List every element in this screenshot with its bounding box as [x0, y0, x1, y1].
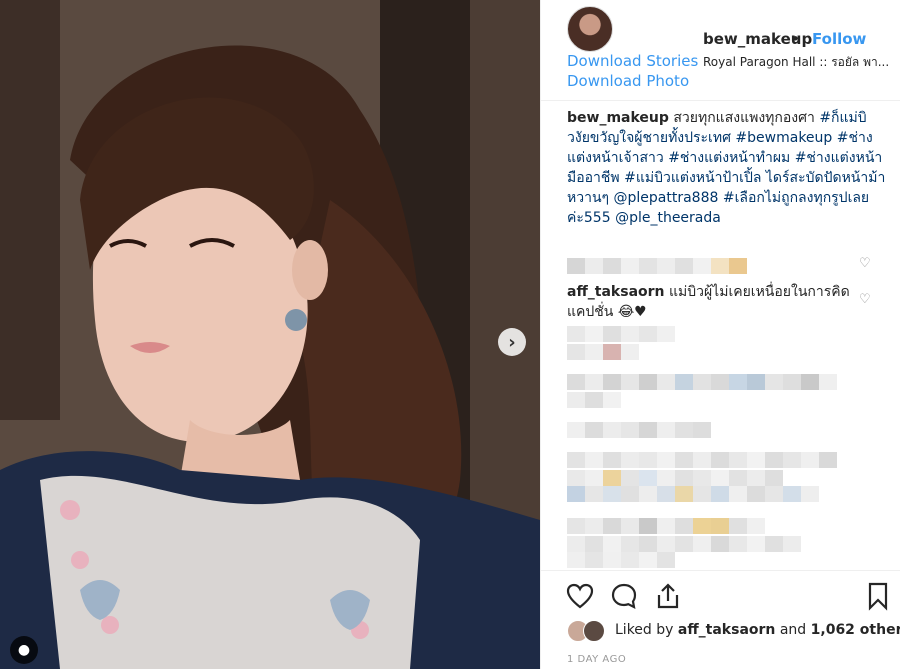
- tagged-user-icon[interactable]: ●: [10, 636, 38, 664]
- hashtag[interactable]: #ช่างแต่งหน้าทำผม: [668, 150, 790, 166]
- download-photo-link[interactable]: Download Photo: [567, 72, 689, 90]
- comment-bubble-icon[interactable]: [609, 581, 639, 611]
- post-header: Download Stories Download Photo bew_make…: [541, 0, 900, 101]
- comment-username[interactable]: aff_taksaorn: [567, 284, 665, 300]
- like-comment-icon[interactable]: ♡: [859, 256, 875, 272]
- pixelated-comment: [567, 552, 675, 568]
- like-heart-icon[interactable]: [565, 581, 595, 611]
- pixelated-comment: [567, 392, 621, 408]
- liked-by-and: and: [779, 622, 807, 638]
- post-panel: Download Stories Download Photo bew_make…: [540, 0, 900, 669]
- pixelated-comment: [567, 486, 819, 502]
- caption-text: สวยทุกแสงแพงทุกองศา: [673, 110, 815, 126]
- pixelated-comment: [567, 374, 837, 390]
- next-photo-button[interactable]: ›: [498, 328, 526, 356]
- comment: aff_taksaorn แม่บิวผู้ไม่เคยเหนื่อยในการ…: [567, 282, 857, 322]
- likes-text: Liked by aff_taksaorn and 1,062 others: [615, 622, 900, 638]
- caption-username[interactable]: bew_makeup: [567, 110, 669, 126]
- liked-by-label: Liked by: [615, 622, 674, 638]
- mention[interactable]: @ple_theerada: [615, 210, 721, 226]
- comment-emoji: 😂♥: [617, 304, 647, 320]
- location-link[interactable]: Royal Paragon Hall :: รอยัล พา...: [703, 53, 898, 72]
- pixelated-comment: [567, 258, 747, 274]
- pixelated-comment: [567, 344, 639, 360]
- pixelated-comment: [567, 518, 765, 534]
- action-bar: [541, 570, 900, 621]
- download-stories-link[interactable]: Download Stories: [567, 52, 698, 70]
- liker-avatar[interactable]: [583, 620, 605, 642]
- likes-summary: Liked by aff_taksaorn and 1,062 others: [567, 618, 900, 646]
- mention[interactable]: @plepattra888: [614, 190, 719, 206]
- pixelated-comment: [567, 470, 783, 486]
- avatar[interactable]: [567, 6, 613, 52]
- like-comment-icon[interactable]: ♡: [859, 292, 875, 308]
- portrait-image: [0, 0, 540, 669]
- pixelated-comment: [567, 536, 801, 552]
- hashtag[interactable]: #bewmakeup: [735, 130, 832, 146]
- liked-by-others[interactable]: 1,062 others: [811, 622, 900, 638]
- pixelated-comment: [567, 326, 675, 342]
- caption: bew_makeup สวยทุกแสงแพงทุกองศา #ก็แม่บิว…: [567, 108, 887, 228]
- follow-button[interactable]: Follow: [812, 30, 866, 48]
- post-photo[interactable]: › ●: [0, 0, 540, 669]
- liked-by-user[interactable]: aff_taksaorn: [678, 622, 776, 638]
- pixelated-comment: [567, 422, 711, 438]
- post-timestamp[interactable]: 1 DAY AGO: [567, 654, 626, 665]
- separator-dot: •: [791, 30, 800, 48]
- share-icon[interactable]: [653, 581, 683, 611]
- pixelated-comment: [567, 452, 837, 468]
- bookmark-icon[interactable]: [863, 581, 893, 611]
- hashtag[interactable]: #แม่บิวแต่งหน้าป้าเปิ้ล: [624, 170, 761, 186]
